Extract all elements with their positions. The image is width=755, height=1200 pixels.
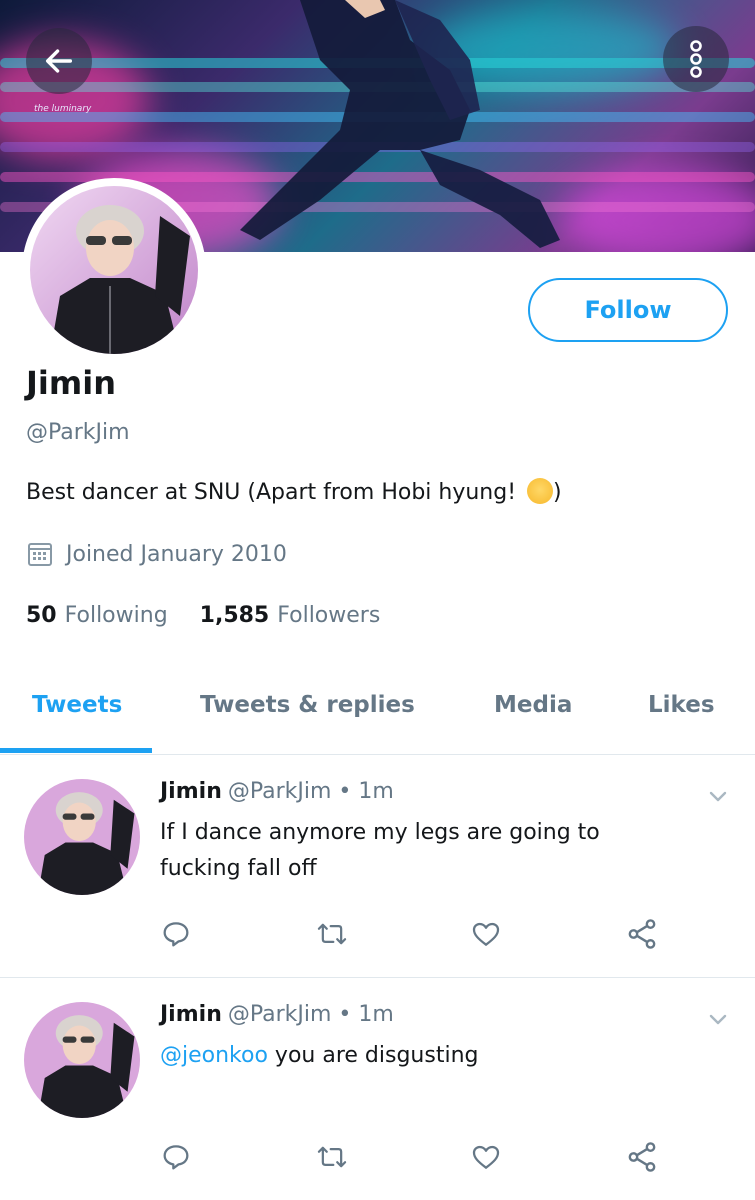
following-stat[interactable]: 50 Following [26, 603, 168, 628]
heart-icon [472, 922, 500, 946]
tweet-actions [160, 1140, 755, 1174]
reply-button[interactable] [160, 1140, 315, 1174]
joined-text: Joined January 2010 [66, 541, 287, 567]
calendar-icon [28, 543, 52, 566]
tweet-actions [160, 917, 755, 951]
chevron-down-icon[interactable] [706, 785, 730, 809]
tweet-header: Jimin @ParkJim • 1m [160, 779, 394, 804]
tweet-author-name[interactable]: Jimin [160, 779, 222, 804]
tweet-author-name[interactable]: Jimin [160, 1002, 222, 1027]
profile-tabs: Tweets Tweets & replies Media Likes [0, 670, 755, 755]
bio-end: ) [553, 480, 562, 505]
tab-tweets[interactable]: Tweets [32, 692, 122, 718]
tab-media[interactable]: Media [494, 692, 572, 718]
profile-avatar[interactable] [22, 178, 206, 362]
following-count: 50 [26, 603, 57, 628]
tweet-item[interactable]: Jimin @ParkJim • 1m If I dance anymore my… [0, 755, 755, 977]
retweet-button[interactable] [315, 1140, 470, 1174]
retweet-button[interactable] [315, 917, 470, 951]
heart-icon [472, 1145, 500, 1169]
reply-icon [163, 922, 189, 947]
following-label: Following [64, 603, 168, 628]
tweet-body: you are disgusting [267, 1043, 479, 1068]
tweet-text: If I dance anymore my legs are going to … [160, 820, 600, 881]
tweet-avatar[interactable] [24, 1002, 140, 1118]
tab-likes[interactable]: Likes [648, 692, 715, 718]
reply-button[interactable] [160, 917, 315, 951]
profile-bio: Best dancer at SNU (Apart from Hobi hyun… [26, 478, 562, 505]
back-button[interactable] [26, 28, 92, 94]
arrow-left-icon [45, 49, 73, 73]
tweet-meta: @ParkJim • 1m [227, 1002, 394, 1027]
tweet-item[interactable]: Jimin @ParkJim • 1m @jeonkoo you are disg… [0, 978, 755, 1200]
like-button[interactable] [470, 917, 625, 951]
reply-icon [163, 1145, 189, 1170]
profile-handle: @ParkJim [26, 420, 130, 445]
retweet-icon [317, 1146, 347, 1168]
profile-stats: 50 Following 1,585 Followers [26, 603, 380, 628]
profile-name: Jimin [26, 364, 116, 402]
joined-date: Joined January 2010 [26, 540, 287, 568]
banner-credit: the luminary [34, 104, 92, 114]
followers-count: 1,585 [199, 603, 270, 628]
bio-text: Best dancer at SNU (Apart from Hobi hyun… [26, 480, 524, 505]
mention-link[interactable]: @jeonkoo [160, 1043, 268, 1068]
follow-button[interactable]: Follow [528, 278, 728, 342]
tab-tweets-replies[interactable]: Tweets & replies [200, 692, 415, 718]
tweet-meta: @ParkJim • 1m [227, 779, 394, 804]
chevron-down-icon[interactable] [706, 1008, 730, 1032]
share-icon [628, 1142, 656, 1172]
avatar-image [30, 186, 198, 354]
tweet-avatar[interactable] [24, 779, 140, 895]
avatar-image [24, 1002, 140, 1118]
share-button[interactable] [625, 917, 755, 951]
retweet-icon [317, 923, 347, 945]
share-icon [628, 919, 656, 949]
dancer-silhouette [240, 0, 560, 248]
like-button[interactable] [470, 1140, 625, 1174]
avatar-image [24, 779, 140, 895]
tweet-text: @jeonkoo you are disgusting [160, 1038, 680, 1074]
tweet-header: Jimin @ParkJim • 1m [160, 1002, 394, 1027]
followers-label: Followers [277, 603, 381, 628]
followers-stat[interactable]: 1,585 Followers [200, 603, 381, 628]
more-vertical-icon [690, 40, 702, 78]
more-options-button[interactable] [663, 26, 729, 92]
active-tab-indicator [0, 748, 152, 753]
share-button[interactable] [625, 1140, 755, 1174]
smiling-emoji-icon [527, 478, 554, 504]
